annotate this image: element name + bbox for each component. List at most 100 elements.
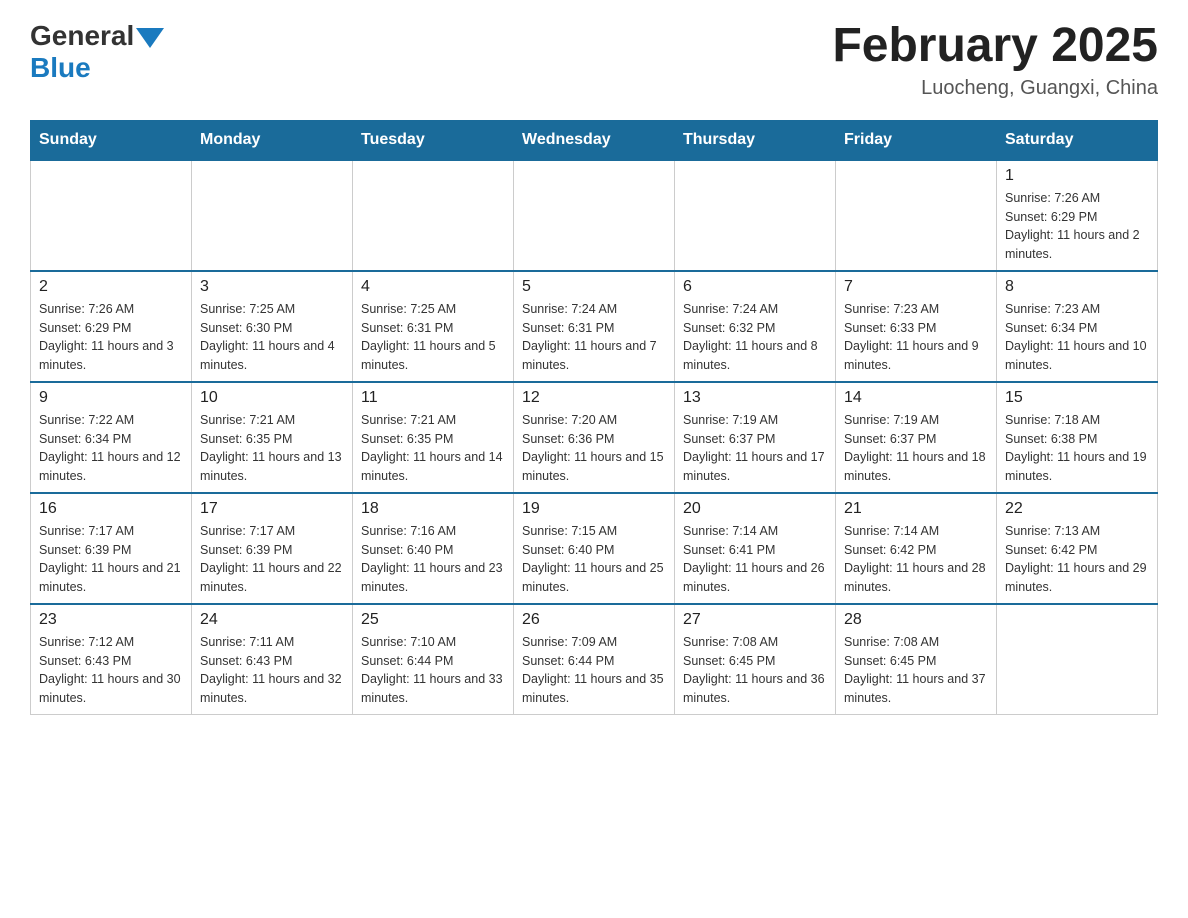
logo-blue-text: Blue [30, 52, 91, 84]
calendar-day-cell: 7 Sunrise: 7:23 AM Sunset: 6:33 PM Daylig… [836, 271, 997, 382]
calendar-day-cell: 16Sunrise: 7:17 AM Sunset: 6:39 PM Dayli… [31, 493, 192, 604]
calendar-day-cell: 25 Sunrise: 7:10 AM Sunset: 6:44 PM Dayli… [353, 604, 514, 715]
calendar-day-cell: 24 Sunrise: 7:11 AM Sunset: 6:43 PM Dayli… [192, 604, 353, 715]
calendar-week-row: 9 Sunrise: 7:22 AM Sunset: 6:34 PM Daylig… [31, 382, 1158, 493]
calendar-day-cell: 23 Sunrise: 7:12 AM Sunset: 6:43 PM Dayli… [31, 604, 192, 715]
calendar-day-cell: 28 Sunrise: 7:08 AM Sunset: 6:45 PM Dayli… [836, 604, 997, 715]
day-number: 25 [361, 611, 505, 629]
calendar-day-cell: 6 Sunrise: 7:24 AM Sunset: 6:32 PM Daylig… [675, 271, 836, 382]
calendar-header-row: SundayMondayTuesdayWednesdayThursdayFrid… [31, 120, 1158, 160]
calendar-header-friday: Friday [836, 120, 997, 160]
logo-triangle-icon [136, 28, 164, 48]
calendar-day-cell: 2 Sunrise: 7:26 AM Sunset: 6:29 PM Daylig… [31, 271, 192, 382]
day-info: Sunrise: 7:16 AM Sunset: 6:40 PM Dayligh… [361, 522, 505, 597]
calendar-day-cell: 18 Sunrise: 7:16 AM Sunset: 6:40 PM Dayli… [353, 493, 514, 604]
day-number: 28 [844, 611, 988, 629]
day-number: 17 [200, 500, 344, 518]
calendar-day-cell: 5 Sunrise: 7:24 AM Sunset: 6:31 PM Daylig… [514, 271, 675, 382]
calendar-week-row: 23 Sunrise: 7:12 AM Sunset: 6:43 PM Dayli… [31, 604, 1158, 715]
day-number: 14 [844, 389, 988, 407]
day-info: Sunrise: 7:11 AM Sunset: 6:43 PM Dayligh… [200, 633, 344, 708]
day-info: Sunrise: 7:22 AM Sunset: 6:34 PM Dayligh… [39, 411, 183, 486]
calendar-day-cell: 21 Sunrise: 7:14 AM Sunset: 6:42 PM Dayli… [836, 493, 997, 604]
day-info: Sunrise: 7:24 AM Sunset: 6:31 PM Dayligh… [522, 300, 666, 375]
day-info: Sunrise: 7:14 AM Sunset: 6:42 PM Dayligh… [844, 522, 988, 597]
day-number: 18 [361, 500, 505, 518]
logo-general-text: General [30, 20, 134, 52]
day-number: 23 [39, 611, 183, 629]
calendar-day-cell: 22Sunrise: 7:13 AM Sunset: 6:42 PM Dayli… [997, 493, 1158, 604]
calendar-day-cell: 19 Sunrise: 7:15 AM Sunset: 6:40 PM Dayli… [514, 493, 675, 604]
calendar-day-cell [192, 160, 353, 271]
location-text: Luocheng, Guangxi, China [832, 77, 1158, 100]
day-info: Sunrise: 7:09 AM Sunset: 6:44 PM Dayligh… [522, 633, 666, 708]
day-info: Sunrise: 7:10 AM Sunset: 6:44 PM Dayligh… [361, 633, 505, 708]
day-number: 2 [39, 278, 183, 296]
calendar-day-cell: 17 Sunrise: 7:17 AM Sunset: 6:39 PM Dayli… [192, 493, 353, 604]
calendar-day-cell: 13Sunrise: 7:19 AM Sunset: 6:37 PM Dayli… [675, 382, 836, 493]
day-info: Sunrise: 7:08 AM Sunset: 6:45 PM Dayligh… [844, 633, 988, 708]
calendar-day-cell: 11 Sunrise: 7:21 AM Sunset: 6:35 PM Dayli… [353, 382, 514, 493]
day-info: Sunrise: 7:08 AM Sunset: 6:45 PM Dayligh… [683, 633, 827, 708]
day-number: 24 [200, 611, 344, 629]
day-number: 7 [844, 278, 988, 296]
calendar-header-sunday: Sunday [31, 120, 192, 160]
day-number: 27 [683, 611, 827, 629]
day-number: 11 [361, 389, 505, 407]
day-number: 9 [39, 389, 183, 407]
calendar-day-cell: 3 Sunrise: 7:25 AM Sunset: 6:30 PM Daylig… [192, 271, 353, 382]
calendar-day-cell: 14 Sunrise: 7:19 AM Sunset: 6:37 PM Dayli… [836, 382, 997, 493]
calendar-header-monday: Monday [192, 120, 353, 160]
calendar-day-cell: 10Sunrise: 7:21 AM Sunset: 6:35 PM Dayli… [192, 382, 353, 493]
day-number: 8 [1005, 278, 1149, 296]
day-info: Sunrise: 7:17 AM Sunset: 6:39 PM Dayligh… [200, 522, 344, 597]
day-info: Sunrise: 7:20 AM Sunset: 6:36 PM Dayligh… [522, 411, 666, 486]
day-info: Sunrise: 7:21 AM Sunset: 6:35 PM Dayligh… [361, 411, 505, 486]
day-info: Sunrise: 7:17 AM Sunset: 6:39 PM Dayligh… [39, 522, 183, 597]
calendar-day-cell [675, 160, 836, 271]
month-year-title: February 2025 [832, 20, 1158, 73]
day-number: 15 [1005, 389, 1149, 407]
day-number: 20 [683, 500, 827, 518]
day-number: 21 [844, 500, 988, 518]
day-info: Sunrise: 7:13 AM Sunset: 6:42 PM Dayligh… [1005, 522, 1149, 597]
day-info: Sunrise: 7:23 AM Sunset: 6:34 PM Dayligh… [1005, 300, 1149, 375]
day-number: 4 [361, 278, 505, 296]
day-info: Sunrise: 7:26 AM Sunset: 6:29 PM Dayligh… [1005, 189, 1149, 264]
calendar-day-cell: 26 Sunrise: 7:09 AM Sunset: 6:44 PM Dayli… [514, 604, 675, 715]
calendar-day-cell: 8 Sunrise: 7:23 AM Sunset: 6:34 PM Daylig… [997, 271, 1158, 382]
day-number: 19 [522, 500, 666, 518]
day-number: 3 [200, 278, 344, 296]
day-info: Sunrise: 7:25 AM Sunset: 6:31 PM Dayligh… [361, 300, 505, 375]
day-number: 26 [522, 611, 666, 629]
day-info: Sunrise: 7:12 AM Sunset: 6:43 PM Dayligh… [39, 633, 183, 708]
calendar-day-cell: 4 Sunrise: 7:25 AM Sunset: 6:31 PM Daylig… [353, 271, 514, 382]
day-info: Sunrise: 7:23 AM Sunset: 6:33 PM Dayligh… [844, 300, 988, 375]
day-info: Sunrise: 7:24 AM Sunset: 6:32 PM Dayligh… [683, 300, 827, 375]
day-number: 13 [683, 389, 827, 407]
calendar-header-wednesday: Wednesday [514, 120, 675, 160]
day-info: Sunrise: 7:25 AM Sunset: 6:30 PM Dayligh… [200, 300, 344, 375]
day-info: Sunrise: 7:21 AM Sunset: 6:35 PM Dayligh… [200, 411, 344, 486]
day-info: Sunrise: 7:14 AM Sunset: 6:41 PM Dayligh… [683, 522, 827, 597]
calendar-week-row: 1 Sunrise: 7:26 AM Sunset: 6:29 PM Daylig… [31, 160, 1158, 271]
day-number: 5 [522, 278, 666, 296]
calendar-table: SundayMondayTuesdayWednesdayThursdayFrid… [30, 120, 1158, 715]
calendar-day-cell: 12 Sunrise: 7:20 AM Sunset: 6:36 PM Dayli… [514, 382, 675, 493]
title-area: February 2025 Luocheng, Guangxi, China [832, 20, 1158, 100]
day-number: 6 [683, 278, 827, 296]
calendar-day-cell: 20 Sunrise: 7:14 AM Sunset: 6:41 PM Dayli… [675, 493, 836, 604]
calendar-day-cell: 9 Sunrise: 7:22 AM Sunset: 6:34 PM Daylig… [31, 382, 192, 493]
day-info: Sunrise: 7:18 AM Sunset: 6:38 PM Dayligh… [1005, 411, 1149, 486]
calendar-day-cell [514, 160, 675, 271]
calendar-day-cell: 1 Sunrise: 7:26 AM Sunset: 6:29 PM Daylig… [997, 160, 1158, 271]
day-number: 12 [522, 389, 666, 407]
day-info: Sunrise: 7:15 AM Sunset: 6:40 PM Dayligh… [522, 522, 666, 597]
calendar-week-row: 16Sunrise: 7:17 AM Sunset: 6:39 PM Dayli… [31, 493, 1158, 604]
calendar-header-tuesday: Tuesday [353, 120, 514, 160]
calendar-week-row: 2 Sunrise: 7:26 AM Sunset: 6:29 PM Daylig… [31, 271, 1158, 382]
day-info: Sunrise: 7:19 AM Sunset: 6:37 PM Dayligh… [844, 411, 988, 486]
day-info: Sunrise: 7:26 AM Sunset: 6:29 PM Dayligh… [39, 300, 183, 375]
day-number: 1 [1005, 167, 1149, 185]
page-header: General Blue February 2025 Luocheng, Gua… [30, 20, 1158, 100]
